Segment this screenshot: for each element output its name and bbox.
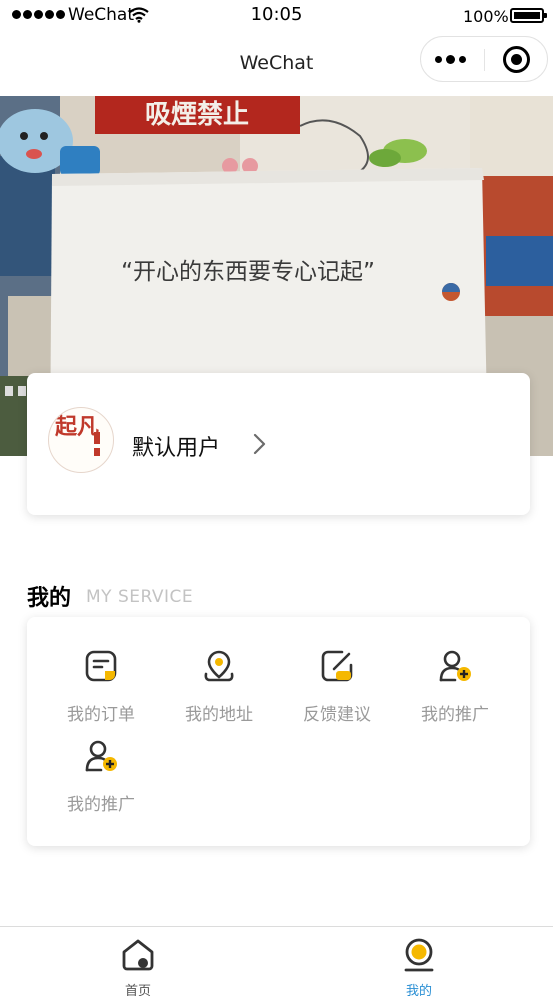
username: 默认用户 [132, 436, 221, 461]
service-my-promotion[interactable]: 我的推广 [42, 739, 160, 819]
battery-icon [510, 8, 547, 23]
service-label: 我的推广 [67, 795, 135, 815]
tab-mine[interactable]: 我的 [369, 927, 469, 996]
add-user-icon [439, 650, 471, 682]
service-my-promotion[interactable]: 我的推广 [396, 649, 514, 729]
bottom-tab-bar: 首页 我的 [0, 926, 553, 996]
service-label: 我的地址 [185, 705, 253, 725]
service-label: 我的推广 [421, 705, 489, 725]
add-user-icon [85, 740, 117, 772]
service-grid: 我的订单 我的地址 反馈建议 我的推广 我的推广 [27, 617, 530, 846]
user-profile-card[interactable]: 起凡 默认用户 [27, 373, 530, 515]
tab-label: 我的 [405, 984, 432, 996]
capsule-divider [484, 49, 485, 71]
service-feedback[interactable]: 反馈建议 [278, 649, 396, 729]
order-icon [85, 650, 117, 682]
section-subtitle: MY SERVICE [86, 587, 194, 607]
chevron-right-icon [253, 433, 267, 459]
location-icon [204, 650, 234, 682]
profile-icon [404, 938, 434, 972]
avatar-logo-mark [94, 432, 100, 444]
service-my-address[interactable]: 我的地址 [160, 649, 278, 729]
user-avatar[interactable]: 起凡 [48, 407, 114, 473]
close-mini-program-button[interactable] [503, 46, 530, 73]
avatar-logo-text: 起凡 [55, 414, 100, 440]
tab-label: 首页 [124, 984, 151, 996]
tab-home[interactable]: 首页 [88, 927, 188, 996]
feedback-icon [321, 650, 353, 682]
banner-sign-text: 吸煙禁止 [145, 100, 249, 130]
status-bar: WeChat 10:05 100% [0, 0, 553, 32]
more-menu-button[interactable] [435, 55, 466, 64]
service-label: 反馈建议 [303, 705, 371, 725]
navigation-bar: WeChat [0, 32, 553, 96]
service-my-orders[interactable]: 我的订单 [42, 649, 160, 729]
section-title: 我的 [27, 586, 72, 611]
mini-program-capsule [420, 36, 548, 82]
battery-percentage: 100% [463, 7, 509, 26]
banner-quote: “开心的东西要专心记起” [121, 259, 375, 285]
home-icon [122, 939, 154, 971]
avatar-logo-mark [94, 448, 100, 456]
service-label: 我的订单 [67, 705, 135, 725]
